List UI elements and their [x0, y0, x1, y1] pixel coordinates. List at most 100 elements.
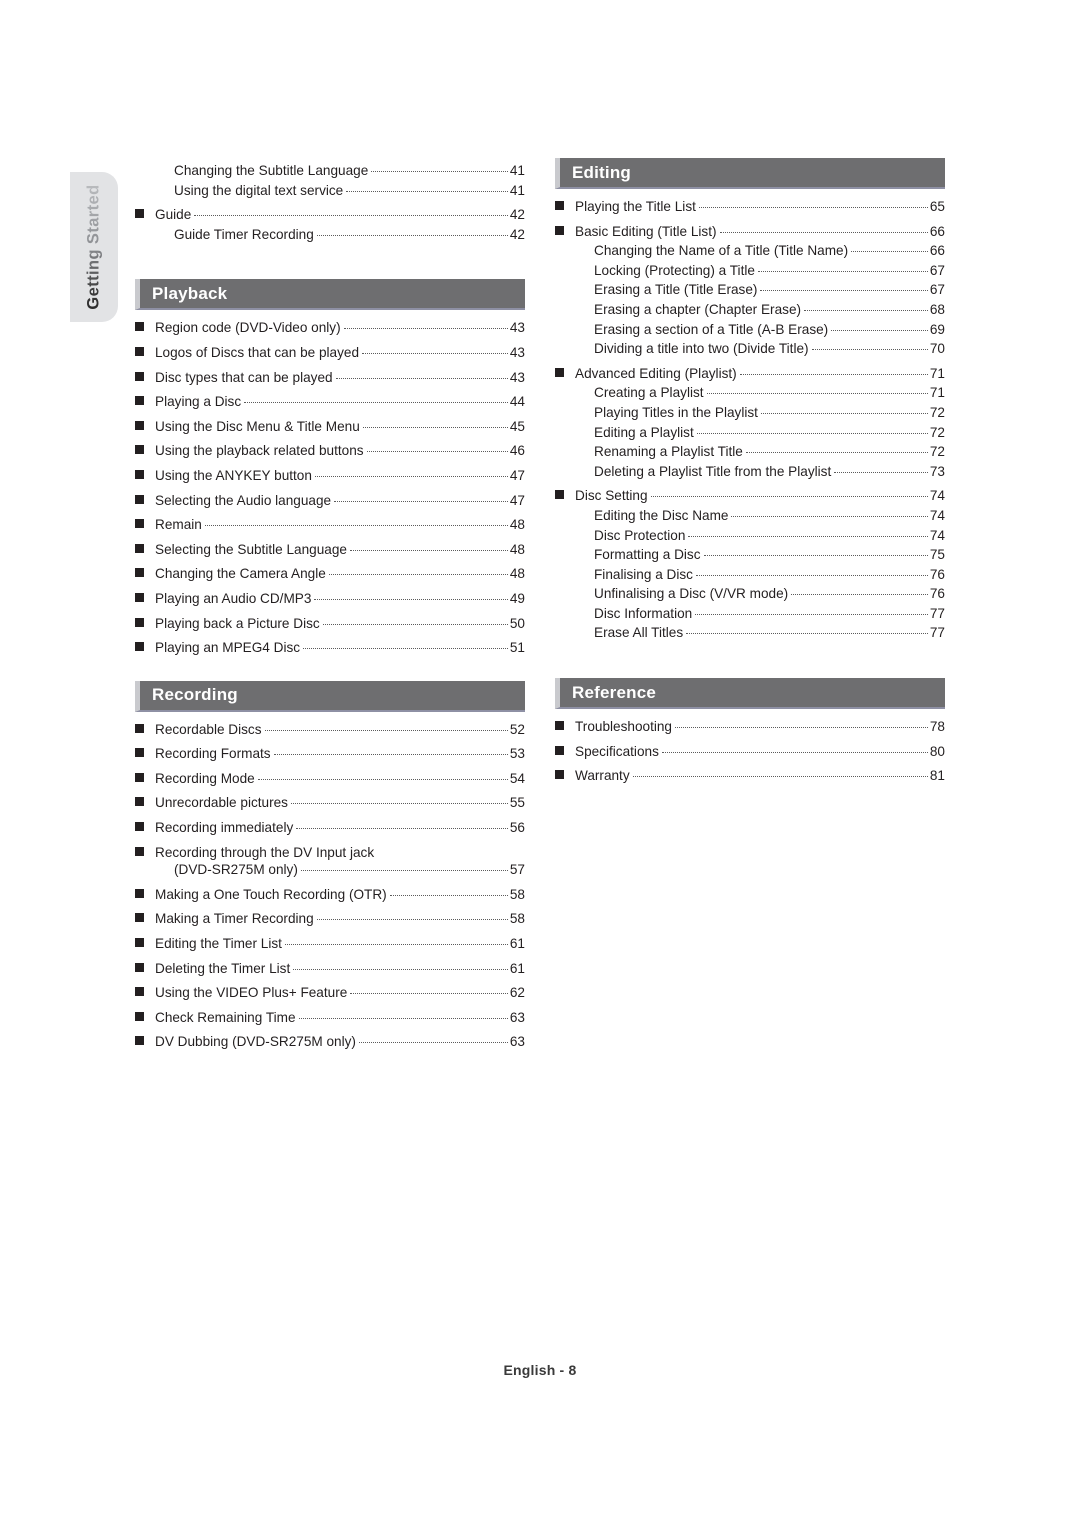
- toc-entry[interactable]: Using the VIDEO Plus+ Feature 62: [135, 986, 525, 1000]
- toc-entry-page-number: 54: [509, 770, 525, 786]
- toc-entry[interactable]: Using the playback related buttons 46: [135, 444, 525, 458]
- toc-entry[interactable]: Playing a Disc 44: [135, 395, 525, 409]
- toc-entry[interactable]: Using the digital text service 41: [135, 183, 525, 198]
- toc-entry[interactable]: Erasing a chapter (Chapter Erase) 68: [555, 303, 945, 317]
- toc-entry-label: Disc Protection: [594, 527, 686, 543]
- toc-entry[interactable]: Using the Disc Menu & Title Menu 45: [135, 420, 525, 434]
- section-header-title: Recording: [152, 685, 238, 705]
- toc-entry[interactable]: Advanced Editing (Playlist) 71: [555, 367, 945, 381]
- dot-leader: [328, 574, 508, 576]
- toc-entry[interactable]: Check Remaining Time 63: [135, 1011, 525, 1025]
- toc-entry[interactable]: Remain 48: [135, 518, 525, 532]
- toc-entry[interactable]: Editing the Timer List 61: [135, 937, 525, 951]
- toc-entry-label: Remain: [155, 517, 202, 533]
- toc-entry[interactable]: Recording immediately 56: [135, 821, 525, 835]
- toc-entry-page-number: 61: [509, 936, 525, 952]
- toc-entry[interactable]: (DVD-SR275M only) 57: [135, 863, 525, 877]
- toc-entry-label: Changing the Name of a Title (Title Name…: [594, 243, 849, 259]
- toc-entry[interactable]: DV Dubbing (DVD-SR275M only) 63: [135, 1035, 525, 1049]
- square-bullet-icon: [135, 772, 144, 782]
- dot-leader: [661, 751, 928, 753]
- toc-entry-label: Recording Formats: [155, 746, 271, 762]
- dot-leader: [362, 426, 508, 428]
- toc-entry-label: Recording through the DV Input jack: [155, 844, 375, 860]
- square-bullet-icon: [135, 519, 144, 529]
- square-bullet-icon: [135, 913, 144, 923]
- toc-entry[interactable]: Unfinalising a Disc (V/VR mode) 76: [555, 587, 945, 601]
- toc-entry[interactable]: Erasing a Title (Title Erase) 67: [555, 283, 945, 297]
- toc-entry[interactable]: Logos of Discs that can be played 43: [135, 346, 525, 360]
- toc-entry-label: Recording Mode: [155, 770, 255, 786]
- toc-entry-label: Guide Timer Recording: [174, 226, 314, 242]
- toc-entry[interactable]: Specifications 80: [555, 745, 945, 759]
- toc-entry[interactable]: Locking (Protecting) a Title 67: [555, 264, 945, 278]
- toc-lead-entries: Changing the Subtitle Language 41 Using th…: [135, 164, 525, 241]
- toc-entry[interactable]: Renaming a Playlist Title 72: [555, 445, 945, 459]
- toc-entry[interactable]: Changing the Subtitle Language 41: [135, 164, 525, 178]
- toc-entry-label: Troubleshooting: [575, 719, 672, 735]
- toc-entry-label: Renaming a Playlist Title: [594, 444, 743, 460]
- toc-entry[interactable]: Basic Editing (Title List) 66: [555, 224, 945, 239]
- toc-entry-label: Changing the Camera Angle: [155, 566, 326, 582]
- toc-entry[interactable]: Recording Mode 54: [135, 772, 525, 786]
- dot-leader: [851, 251, 928, 253]
- dot-leader: [698, 207, 928, 208]
- square-bullet-icon: [555, 745, 564, 755]
- toc-entry[interactable]: Guide 42: [135, 208, 525, 222]
- toc-entry-page-number: 48: [509, 541, 525, 557]
- toc-entry[interactable]: Dividing a title into two (Divide Title)…: [555, 342, 945, 356]
- dot-leader: [366, 451, 508, 453]
- toc-entry[interactable]: Disc Information 77: [555, 607, 945, 621]
- toc-entry[interactable]: Making a One Touch Recording (OTR) 58: [135, 888, 525, 902]
- toc-entry-label: Unfinalising a Disc (V/VR mode): [594, 586, 789, 602]
- toc-entry[interactable]: Changing the Camera Angle 48: [135, 567, 525, 581]
- toc-entry[interactable]: Recordable Discs 52: [135, 723, 525, 737]
- toc-entry[interactable]: Deleting a Playlist Title from the Playl…: [555, 465, 945, 479]
- toc-entry[interactable]: Disc Protection 74: [555, 527, 945, 543]
- toc-entry[interactable]: Creating a Playlist 71: [555, 386, 945, 400]
- toc-entry[interactable]: Disc types that can be played 43: [135, 370, 525, 385]
- toc-entry[interactable]: Warranty 81: [555, 769, 945, 783]
- toc-entry[interactable]: Playing Titles in the Playlist 72: [555, 406, 945, 420]
- toc-entry[interactable]: Selecting the Subtitle Language 48: [135, 543, 525, 557]
- toc-entry[interactable]: Playing an MPEG4 Disc 51: [135, 641, 525, 655]
- square-bullet-icon: [135, 209, 144, 219]
- toc-entry-label: Disc Setting: [575, 488, 648, 504]
- toc-entry[interactable]: Recording Formats 53: [135, 747, 525, 761]
- dot-leader: [298, 1017, 508, 1019]
- toc-entry[interactable]: Unrecordable pictures 55: [135, 796, 525, 810]
- toc-entry[interactable]: Changing the Name of a Title (Title Name…: [555, 244, 945, 258]
- toc-entry[interactable]: Erase All Titles 77: [555, 626, 945, 640]
- toc-entry[interactable]: Selecting the Audio language 47: [135, 493, 525, 508]
- toc-entry[interactable]: Troubleshooting 78: [555, 720, 945, 734]
- toc-entry[interactable]: Playing back a Picture Disc 50: [135, 616, 525, 631]
- toc-entry[interactable]: Editing the Disc Name 74: [555, 509, 945, 523]
- toc-entry[interactable]: Playing an Audio CD/MP3 49: [135, 592, 525, 606]
- toc-entry-label: Unrecordable pictures: [155, 795, 288, 811]
- toc-entry[interactable]: Disc Setting 74: [555, 489, 945, 503]
- toc-entry-label: Creating a Playlist: [594, 385, 704, 401]
- toc-entry[interactable]: Recording through the DV Input jack: [135, 846, 525, 860]
- toc-entry[interactable]: Making a Timer Recording 58: [135, 912, 525, 926]
- toc-entry-page-number: 72: [929, 444, 945, 460]
- dot-leader: [204, 525, 508, 527]
- toc-entry[interactable]: Playing the Title List 65: [555, 200, 945, 214]
- section-thumb-tab: Getting Started: [70, 172, 118, 322]
- toc-entry[interactable]: Finalising a Disc 76: [555, 568, 945, 582]
- toc-entry[interactable]: Region code (DVD-Video only) 43: [135, 321, 525, 335]
- square-bullet-icon: [135, 642, 144, 652]
- toc-entry-label: Dividing a title into two (Divide Title): [594, 341, 809, 357]
- toc-entry-page-number: 53: [509, 746, 525, 762]
- toc-entry[interactable]: Formatting a Disc 75: [555, 548, 945, 562]
- dot-leader: [757, 270, 928, 272]
- toc-entry-page-number: 77: [929, 605, 945, 621]
- dot-leader: [760, 412, 928, 414]
- toc-entry[interactable]: Erasing a section of a Title (A-B Erase)…: [555, 322, 945, 337]
- toc-entry[interactable]: Deleting the Timer List 61: [135, 962, 525, 976]
- toc-entry[interactable]: Editing a Playlist 72: [555, 425, 945, 440]
- section-header-bar: Reference: [555, 678, 945, 710]
- toc-entry[interactable]: Using the ANYKEY button 47: [135, 469, 525, 483]
- toc-entry-label: Using the VIDEO Plus+ Feature: [155, 985, 348, 1001]
- toc-entry-label: (DVD-SR275M only): [174, 862, 298, 878]
- toc-entry[interactable]: Guide Timer Recording 42: [135, 228, 525, 242]
